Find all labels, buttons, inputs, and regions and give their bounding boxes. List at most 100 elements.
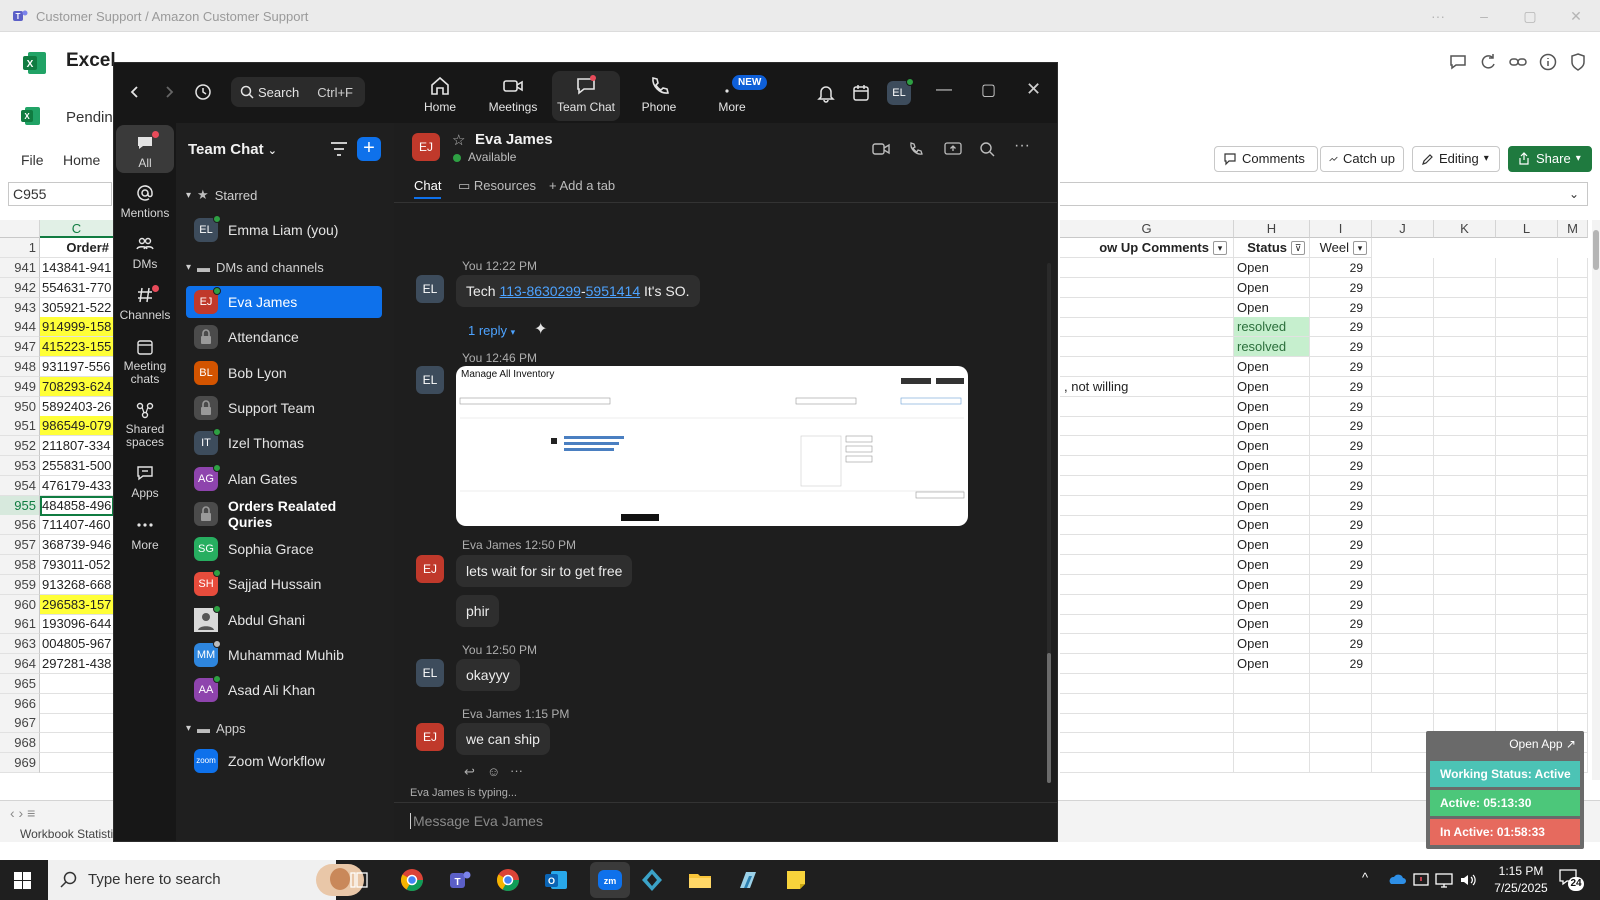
empty-cell[interactable] xyxy=(1372,753,1434,773)
empty-cell[interactable] xyxy=(1434,258,1496,278)
empty-cell[interactable] xyxy=(1558,634,1588,655)
status-cell[interactable]: Open xyxy=(1234,594,1310,615)
rail-more[interactable]: More xyxy=(116,515,174,552)
rail-channels[interactable]: Channels xyxy=(116,285,174,322)
info-icon[interactable] xyxy=(1538,52,1558,72)
empty-cell[interactable] xyxy=(1434,654,1496,674)
status-cell[interactable]: resolved xyxy=(1234,337,1310,358)
empty-cell[interactable] xyxy=(1434,495,1496,516)
chat-list-item[interactable]: SH Sajjad Hussain xyxy=(186,568,382,600)
week-cell[interactable]: 29 xyxy=(1310,396,1372,417)
week-cell[interactable]: 29 xyxy=(1310,594,1372,615)
scrollbar-thumb[interactable] xyxy=(1593,230,1599,270)
profile-avatar[interactable]: EL xyxy=(887,78,914,105)
tracking-link[interactable]: 113-8630299 xyxy=(499,283,580,299)
empty-cell[interactable] xyxy=(1234,693,1310,714)
empty-cell[interactable] xyxy=(1434,555,1496,575)
row-number[interactable]: 1 xyxy=(0,238,40,258)
file-explorer-icon[interactable] xyxy=(686,866,714,894)
chat-list-item[interactable]: Support Team xyxy=(186,392,382,424)
filter-active-icon[interactable]: ⊽ xyxy=(1291,240,1305,255)
video-camera-icon[interactable] xyxy=(872,142,890,156)
empty-cell[interactable] xyxy=(1372,515,1434,536)
empty-cell[interactable] xyxy=(1558,574,1588,595)
rail-shared-spaces[interactable]: Shared spaces xyxy=(116,400,174,449)
empty-cell[interactable] xyxy=(1310,753,1372,773)
week-cell[interactable]: 29 xyxy=(1310,297,1372,318)
minimize-icon[interactable]: – xyxy=(1474,6,1494,26)
empty-cell[interactable] xyxy=(1496,574,1558,595)
week-cell[interactable]: 29 xyxy=(1310,654,1372,674)
comment-cell[interactable] xyxy=(1060,396,1234,417)
row-number[interactable]: 954 xyxy=(0,475,40,496)
empty-cell[interactable] xyxy=(1558,555,1588,575)
empty-cell[interactable] xyxy=(1372,594,1434,615)
order-cell[interactable]: 914999-158 xyxy=(40,317,114,338)
empty-cell[interactable] xyxy=(1496,475,1558,496)
order-cell[interactable] xyxy=(40,693,114,714)
order-cell[interactable]: 305921-522 xyxy=(40,297,114,318)
empty-cell[interactable] xyxy=(1434,277,1496,298)
week-cell[interactable]: 29 xyxy=(1310,357,1372,377)
row-number[interactable]: 950 xyxy=(0,396,40,417)
empty-cell[interactable] xyxy=(1434,317,1496,338)
empty-cell[interactable] xyxy=(1558,456,1588,476)
more-icon[interactable]: ··· xyxy=(1428,6,1448,26)
row-number[interactable]: 965 xyxy=(0,673,40,694)
inventory-screenshot-image[interactable]: Manage All Inventory xyxy=(456,366,968,526)
order-cell[interactable]: 484858-496 xyxy=(40,495,114,516)
empty-cell[interactable] xyxy=(1558,673,1588,694)
week-cell[interactable]: 29 xyxy=(1310,277,1372,298)
name-box[interactable]: C955 xyxy=(8,182,112,206)
empty-cell[interactable] xyxy=(1372,634,1434,655)
empty-cell[interactable] xyxy=(1496,555,1558,575)
week-cell[interactable]: 29 xyxy=(1310,614,1372,635)
empty-cell[interactable] xyxy=(1496,277,1558,298)
chat-list-item[interactable]: EL Emma Liam (you) xyxy=(186,214,382,246)
status-cell[interactable]: Open xyxy=(1234,258,1310,278)
app-icon[interactable] xyxy=(638,866,666,894)
empty-cell[interactable] xyxy=(1434,535,1496,556)
order-cell[interactable] xyxy=(40,673,114,694)
tab-meetings[interactable]: Meetings xyxy=(479,71,547,121)
empty-cell[interactable] xyxy=(1496,673,1558,694)
chevron-down-icon[interactable]: ⌄ xyxy=(1569,187,1579,201)
row-number[interactable]: 960 xyxy=(0,594,40,615)
tab-chat[interactable]: Chat xyxy=(414,178,442,199)
empty-cell[interactable] xyxy=(1310,693,1372,714)
chat-bubble-icon[interactable] xyxy=(1448,52,1468,72)
status-cell[interactable]: resolved xyxy=(1234,317,1310,338)
header-cell-comments[interactable]: ow Up Comments ▾ xyxy=(1060,238,1234,258)
status-cell[interactable]: Open xyxy=(1234,574,1310,595)
column-header[interactable]: G xyxy=(1060,220,1234,238)
empty-cell[interactable] xyxy=(1558,337,1588,358)
sender-avatar[interactable]: EL xyxy=(416,366,444,394)
empty-cell[interactable] xyxy=(1372,258,1434,278)
empty-cell[interactable] xyxy=(1372,693,1434,714)
empty-cell[interactable] xyxy=(1558,614,1588,635)
maximize-icon[interactable]: ▢ xyxy=(1520,6,1540,26)
week-cell[interactable]: 29 xyxy=(1310,535,1372,556)
message-bubble[interactable]: okayyy xyxy=(456,659,520,691)
close-icon[interactable]: ✕ xyxy=(1026,79,1041,100)
order-cell[interactable]: 143841-941 xyxy=(40,258,114,278)
row-number[interactable]: 966 xyxy=(0,693,40,714)
tab-phone[interactable]: Phone xyxy=(625,71,693,121)
empty-cell[interactable] xyxy=(1558,396,1588,417)
empty-cell[interactable] xyxy=(1434,357,1496,377)
comment-cell[interactable] xyxy=(1060,357,1234,377)
order-cell[interactable] xyxy=(40,733,114,754)
row-number[interactable]: 956 xyxy=(0,515,40,536)
week-cell[interactable]: 29 xyxy=(1310,337,1372,358)
header-cell-status[interactable]: Status ⊽ xyxy=(1234,238,1310,258)
status-cell[interactable]: Open xyxy=(1234,297,1310,318)
week-cell[interactable]: 29 xyxy=(1310,555,1372,575)
empty-cell[interactable] xyxy=(1434,574,1496,595)
sender-avatar[interactable]: EL xyxy=(416,659,444,687)
empty-cell[interactable] xyxy=(1372,297,1434,318)
week-cell[interactable]: 29 xyxy=(1310,456,1372,476)
column-header[interactable]: M xyxy=(1558,220,1588,238)
more-options-icon[interactable]: ··· xyxy=(1014,137,1030,155)
row-number[interactable]: 969 xyxy=(0,753,40,773)
comment-cell[interactable] xyxy=(1060,614,1234,635)
